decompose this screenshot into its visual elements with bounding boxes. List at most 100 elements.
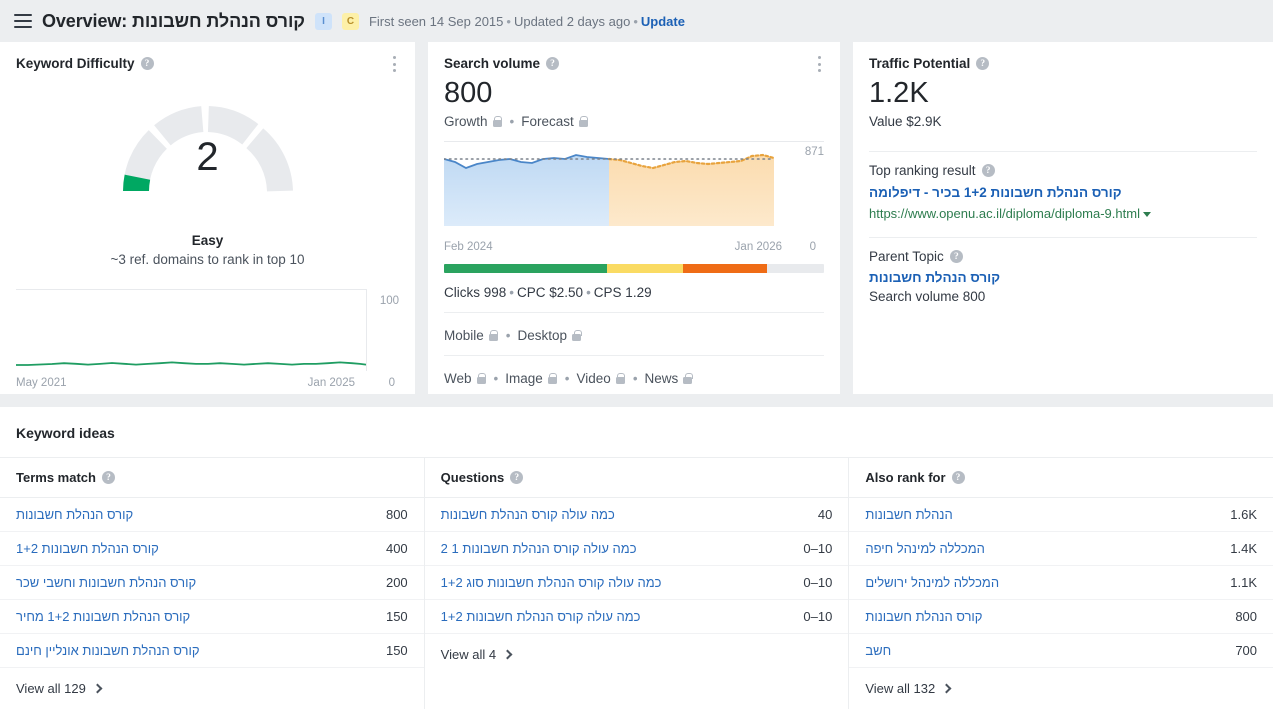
question-mark-icon[interactable]: ? <box>981 164 995 178</box>
keyword-link[interactable]: קורס הנהלת חשבונות וחשבי שכר <box>16 575 196 590</box>
kd-card-header: Keyword Difficulty ? <box>16 56 399 71</box>
updated-text: Updated 2 days ago <box>513 13 631 29</box>
questions-label: Questions <box>440 470 505 485</box>
growth-label[interactable]: Growth <box>444 114 488 129</box>
dot-separator: • <box>509 285 515 301</box>
kd-chart-right-axis <box>366 289 367 371</box>
keyword-link[interactable]: המכללה למינהל ירושלים <box>865 575 999 590</box>
list-item[interactable]: המכללה למינהל ירושלים 1.1K <box>849 566 1273 600</box>
kd-card-title: Keyword Difficulty <box>16 56 135 71</box>
kd-x-start-label: May 2021 <box>16 377 67 389</box>
view-all-label: View all 4 <box>440 647 497 662</box>
forecast-label[interactable]: Forecast <box>521 114 574 129</box>
tp-top-ranking-title-link[interactable]: קורס הנהלת חשבונות 1+2 בכיר - דיפלומה <box>869 185 1257 200</box>
news-label[interactable]: News <box>645 371 679 386</box>
clicks-distribution-bar <box>444 264 824 274</box>
keyword-volume: 800 <box>1235 609 1258 624</box>
list-item[interactable]: קורס הנהלת חשבונות אונליין חינם 150 <box>0 634 424 668</box>
keyword-link[interactable]: הנהלת חשבונות <box>865 507 952 522</box>
top-header-bar: Overview: קורס הנהלת חשבונות I C First s… <box>0 0 1273 42</box>
tp-card-title: Traffic Potential <box>869 56 971 71</box>
question-mark-icon[interactable]: ? <box>951 471 965 484</box>
list-item[interactable]: כמה עולה קורס הנהלת חשבונות 40 <box>424 498 849 532</box>
dot-separator: • <box>586 285 591 301</box>
list-item[interactable]: כמה עולה קורס הנהלת חשבונות סוג 1+2 0–10 <box>424 566 849 600</box>
tp-top-ranking-url[interactable]: https://www.openu.ac.il/diploma/diploma-… <box>869 206 1257 221</box>
dot-separator: • <box>632 371 638 387</box>
keyword-link[interactable]: כמה עולה קורס הנהלת חשבונות 1 2 <box>441 541 637 556</box>
keyword-difficulty-card: Keyword Difficulty ? 2 Easy ~3 ref. doma… <box>0 42 415 394</box>
list-item[interactable]: קורס הנהלת חשבונות 1+2 400 <box>0 532 424 566</box>
sv-growth-forecast-row: Growth • Forecast <box>444 114 824 129</box>
question-mark-icon[interactable]: ? <box>140 57 154 70</box>
keyword-link[interactable]: קורס הנהלת חשבונות <box>16 507 133 522</box>
list-item[interactable]: קורס הנהלת חשבונות 800 <box>0 498 424 532</box>
chevron-right-icon <box>92 683 103 694</box>
update-link[interactable]: Update <box>641 14 685 29</box>
tp-parent-topic-block: Parent Topic ? קורס הנהלת חשבונות Search… <box>869 238 1257 304</box>
keyword-link[interactable]: קורס הנהלת חשבונות 1+2 <box>16 541 159 556</box>
sv-divider-2 <box>444 355 824 357</box>
sv-axis-max-label: 871 <box>804 146 824 159</box>
hamburger-menu-icon[interactable] <box>14 14 32 28</box>
kd-x-end-label: Jan 2025 <box>307 377 355 389</box>
lock-icon <box>488 330 499 342</box>
desktop-label[interactable]: Desktop <box>518 328 568 343</box>
keyword-volume: 150 <box>385 609 408 624</box>
keyword-link[interactable]: כמה עולה קורס הנהלת חשבונות <box>441 507 615 522</box>
list-item[interactable]: חשב 700 <box>849 634 1273 668</box>
list-item[interactable]: המכללה למינהל חיפה 1.4K <box>849 532 1273 566</box>
question-mark-icon[interactable]: ? <box>546 57 560 70</box>
tp-top-ranking-header: Top ranking result ? <box>869 163 1257 178</box>
keyword-ideas-section: Keyword ideas Terms match ? קורס הנהלת ח… <box>0 394 1273 709</box>
terms-match-view-all[interactable]: View all 129 <box>0 668 424 709</box>
sv-divider-1 <box>444 312 824 314</box>
traffic-potential-card: Traffic Potential ? 1.2K Value $2.9K Top… <box>853 42 1273 394</box>
keyword-link[interactable]: כמה עולה קורס הנהלת חשבונות 1+2 <box>441 609 641 624</box>
keyword-link[interactable]: קורס הנהלת חשבונות 1+2 מחיר <box>16 609 190 624</box>
video-label[interactable]: Video <box>577 371 611 386</box>
question-mark-icon[interactable]: ? <box>976 57 990 70</box>
tp-parent-topic-link[interactable]: קורס הנהלת חשבונות <box>869 270 1257 285</box>
kebab-menu-icon[interactable] <box>812 56 826 72</box>
question-mark-icon[interactable]: ? <box>510 471 524 484</box>
lock-icon <box>615 373 626 385</box>
web-label[interactable]: Web <box>444 371 472 386</box>
dot-separator: • <box>564 371 570 387</box>
keyword-link[interactable]: קורס הנהלת חשבונות <box>865 609 982 624</box>
question-mark-icon[interactable]: ? <box>949 250 963 264</box>
sv-x-end-label: Jan 2026 <box>734 241 782 254</box>
tp-url-text: https://www.openu.ac.il/diploma/diploma-… <box>869 206 1140 222</box>
list-item[interactable]: קורס הנהלת חשבונות 800 <box>849 600 1273 634</box>
clicks-bar-yellow <box>607 264 684 274</box>
keyword-link[interactable]: כמה עולה קורס הנהלת חשבונות סוג 1+2 <box>441 575 662 590</box>
kebab-menu-icon[interactable] <box>387 56 401 72</box>
lock-icon <box>578 116 589 128</box>
chevron-right-icon <box>502 649 513 660</box>
keyword-link[interactable]: קורס הנהלת חשבונות אונליין חינם <box>16 643 200 658</box>
questions-view-all[interactable]: View all 4 <box>425 634 849 675</box>
sv-device-row: Mobile • Desktop <box>444 317 824 343</box>
keyword-link[interactable]: המכללה למינהל חיפה <box>865 541 985 556</box>
keyword-link[interactable]: חשב <box>865 643 891 658</box>
list-item[interactable]: קורס הנהלת חשבונות 1+2 מחיר 150 <box>0 600 424 634</box>
also-rank-for-header: Also rank for ? <box>849 458 1273 498</box>
dot-separator: • <box>505 328 511 344</box>
also-rank-for-view-all[interactable]: View all 132 <box>849 668 1273 709</box>
clicks-metrics-row: Clicks 998 • CPC $2.50 • CPS 1.29 <box>444 285 824 300</box>
chevron-down-icon[interactable] <box>1142 212 1151 218</box>
question-mark-icon[interactable]: ? <box>101 471 115 484</box>
kd-axis-max-label: 100 <box>379 295 399 307</box>
index-badge[interactable]: I <box>314 12 332 30</box>
image-label[interactable]: Image <box>505 371 543 386</box>
list-item[interactable]: כמה עולה קורס הנהלת חשבונות 1+2 0–10 <box>424 600 849 634</box>
metrics-card-row: Keyword Difficulty ? 2 Easy ~3 ref. doma… <box>0 42 1273 394</box>
dot-separator: • <box>493 371 499 387</box>
list-item[interactable]: הנהלת חשבונות 1.6K <box>849 498 1273 532</box>
list-item[interactable]: כמה עולה קורס הנהלת חשבונות 1 2 0–10 <box>424 532 849 566</box>
country-badge[interactable]: C <box>341 12 359 30</box>
mobile-label[interactable]: Mobile <box>444 328 484 343</box>
kd-gauge: 2 <box>16 79 399 229</box>
list-item[interactable]: קורס הנהלת חשבונות וחשבי שכר 200 <box>0 566 424 600</box>
tp-parent-topic-volume: Search volume 800 <box>869 289 986 305</box>
